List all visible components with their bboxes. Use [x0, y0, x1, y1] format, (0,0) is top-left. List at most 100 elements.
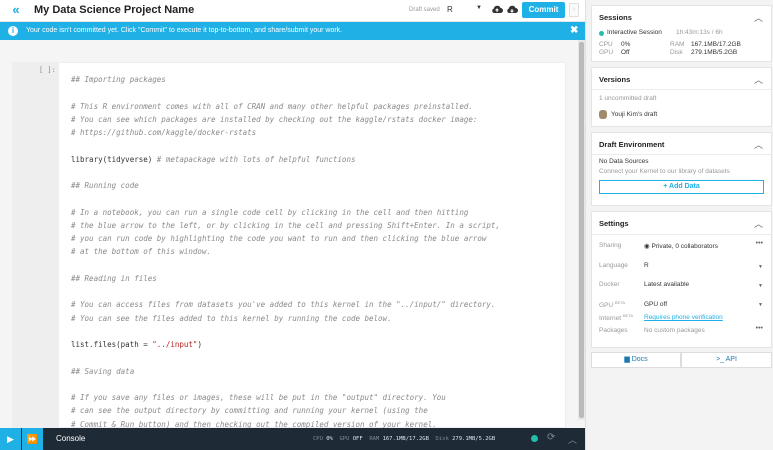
versions-panel: Versions ︿ 1 uncommitted draft Youji Kim…: [591, 67, 773, 127]
code-editor[interactable]: ## Importing packages # This R environme…: [71, 73, 561, 431]
info-icon: i: [8, 26, 18, 36]
settings-panel: Settings ︿ Sharing ◉ Private, 0 collabor…: [591, 211, 773, 348]
cpu-label: CPU: [313, 436, 323, 442]
more-icon[interactable]: •••: [756, 325, 763, 332]
code-line[interactable]: [71, 351, 561, 364]
right-sidebar: Sessions ︿ Interactive Session 1h:43m:13…: [585, 0, 773, 450]
code-line[interactable]: # at the bottom of this window.: [71, 245, 561, 258]
status-dot: [531, 435, 538, 442]
chevron-up-icon[interactable]: ︿: [754, 217, 763, 230]
code-line[interactable]: ## Saving data: [71, 365, 561, 378]
docs-button[interactable]: ▆ Docs: [591, 352, 681, 368]
sharing-text: Private, 0 collaborators: [651, 243, 718, 250]
code-line[interactable]: # can see the output directory by commit…: [71, 404, 561, 417]
draft-environment-panel: Draft Environment ︿ No Data Sources Conn…: [591, 132, 773, 206]
code-line[interactable]: [71, 325, 561, 338]
language-value[interactable]: R: [644, 262, 649, 269]
code-line[interactable]: # In a notebook, you can run a single co…: [71, 206, 561, 219]
phone-verification-link[interactable]: Requires phone verification: [644, 314, 723, 321]
cloud-download-icon[interactable]: [506, 4, 518, 15]
run-all-icon[interactable]: ⏩: [22, 428, 43, 450]
caret-down-icon[interactable]: ▼: [758, 283, 763, 289]
language-select[interactable]: R ▼: [447, 5, 483, 14]
session-name[interactable]: Interactive Session: [607, 29, 662, 36]
cell-gutter[interactable]: [13, 63, 59, 429]
cpu-value: 0%: [326, 436, 333, 442]
uncommitted-count: 1 uncommitted draft: [599, 95, 657, 102]
commit-button[interactable]: Commit: [522, 2, 565, 18]
code-line[interactable]: # You can see the files added to this ke…: [71, 312, 561, 325]
data-sources-hint: Connect your Kernel to our library of da…: [599, 168, 730, 175]
code-line[interactable]: # the blue arrow to the left, or by clic…: [71, 219, 561, 232]
disk-label: Disk: [435, 436, 449, 442]
ram-label: RAM: [670, 41, 685, 48]
resource-stats: CPU 0% GPU OFF RAM 167.1MB/17.2GB Disk 2…: [313, 436, 495, 442]
refresh-icon[interactable]: ⟳: [547, 432, 555, 443]
language-value: R: [447, 5, 453, 14]
gpu-label: GPU: [599, 49, 614, 56]
more-icon[interactable]: •••: [756, 240, 763, 247]
bottom-bar: ▶ ⏩ Console CPU 0% GPU OFF RAM 167.1MB/1…: [0, 428, 585, 450]
disk-value: 279.1MB/5.2GB: [452, 436, 496, 442]
no-data-sources: No Data Sources: [599, 158, 649, 165]
code-line[interactable]: ## Running code: [71, 179, 561, 192]
divider: [592, 234, 773, 235]
draft-owner[interactable]: Youji Kim's draft: [611, 111, 657, 118]
chevron-up-icon[interactable]: ︿: [754, 73, 763, 86]
cpu-value: 0%: [621, 41, 631, 48]
cell-prompt: [ ]:: [39, 66, 56, 74]
code-line[interactable]: [71, 259, 561, 272]
code-line[interactable]: # This R environment comes with all of C…: [71, 100, 561, 113]
code-line[interactable]: library(tidyverse) # metapackage with lo…: [71, 153, 561, 166]
code-line[interactable]: [71, 166, 561, 179]
gpu-label: GPU BETA: [599, 300, 626, 310]
draft-status: Draft saved: [409, 7, 440, 13]
notebook-editor: [ ]: ## Importing packages # This R envi…: [0, 40, 585, 431]
divider: [592, 89, 773, 90]
api-button[interactable]: >_ API: [681, 352, 772, 368]
ram-label: RAM: [369, 436, 380, 442]
play-icon[interactable]: ▶: [0, 428, 21, 450]
code-line[interactable]: ## Reading in files: [71, 272, 561, 285]
chevron-up-icon[interactable]: ︿: [754, 138, 763, 151]
docker-label: Docker: [599, 281, 620, 288]
cloud-upload-icon[interactable]: [491, 4, 503, 15]
code-line[interactable]: # If you save any files or images, these…: [71, 391, 561, 404]
code-line[interactable]: ## Importing packages: [71, 73, 561, 86]
scrollbar-thumb[interactable]: [579, 42, 584, 418]
caret-down-icon[interactable]: ▼: [758, 264, 763, 270]
divider: [592, 154, 773, 155]
code-line[interactable]: [71, 285, 561, 298]
code-line[interactable]: [71, 378, 561, 391]
session-status-dot: [599, 31, 604, 36]
close-icon[interactable]: ✖: [570, 25, 578, 36]
sharing-value[interactable]: ◉ Private, 0 collaborators: [644, 242, 718, 250]
code-line[interactable]: [71, 192, 561, 205]
session-time: 1h:43m:13s / 6h: [676, 29, 723, 36]
console-tab[interactable]: Console: [56, 434, 85, 443]
add-data-button[interactable]: + Add Data: [599, 180, 764, 194]
caret-down-icon: ▼: [476, 5, 482, 11]
settings-title: Settings: [599, 219, 629, 228]
info-banner: i Your code isn't committed yet. Click "…: [0, 22, 585, 40]
gpu-value[interactable]: GPU off: [644, 301, 667, 308]
caret-down-icon[interactable]: ▼: [758, 302, 763, 308]
gpu-value: OFF: [352, 436, 363, 442]
page-title[interactable]: My Data Science Project Name: [34, 4, 194, 16]
double-chevron-left-icon[interactable]: «: [8, 2, 24, 18]
code-line[interactable]: list.files(path = "../input"): [71, 338, 561, 351]
code-line[interactable]: [71, 86, 561, 99]
chevron-up-icon[interactable]: ︿: [754, 11, 763, 24]
chevron-right-icon[interactable]: ›: [569, 3, 579, 17]
code-line[interactable]: # You can see which packages are install…: [71, 113, 561, 126]
sharing-label: Sharing: [599, 242, 622, 249]
code-line[interactable]: # https://github.com/kaggle/docker-rstat…: [71, 126, 561, 139]
docker-value[interactable]: Latest available: [644, 281, 689, 288]
code-line[interactable]: # you can run code by highlighting the c…: [71, 232, 561, 245]
code-line[interactable]: # You can access files from datasets you…: [71, 298, 561, 311]
code-line[interactable]: [71, 139, 561, 152]
code-cell[interactable]: [ ]: ## Importing packages # This R envi…: [12, 62, 566, 431]
editor-scrollbar[interactable]: [578, 40, 585, 420]
cpu-label: CPU: [599, 41, 613, 48]
chevron-up-icon[interactable]: ︿: [568, 433, 577, 446]
